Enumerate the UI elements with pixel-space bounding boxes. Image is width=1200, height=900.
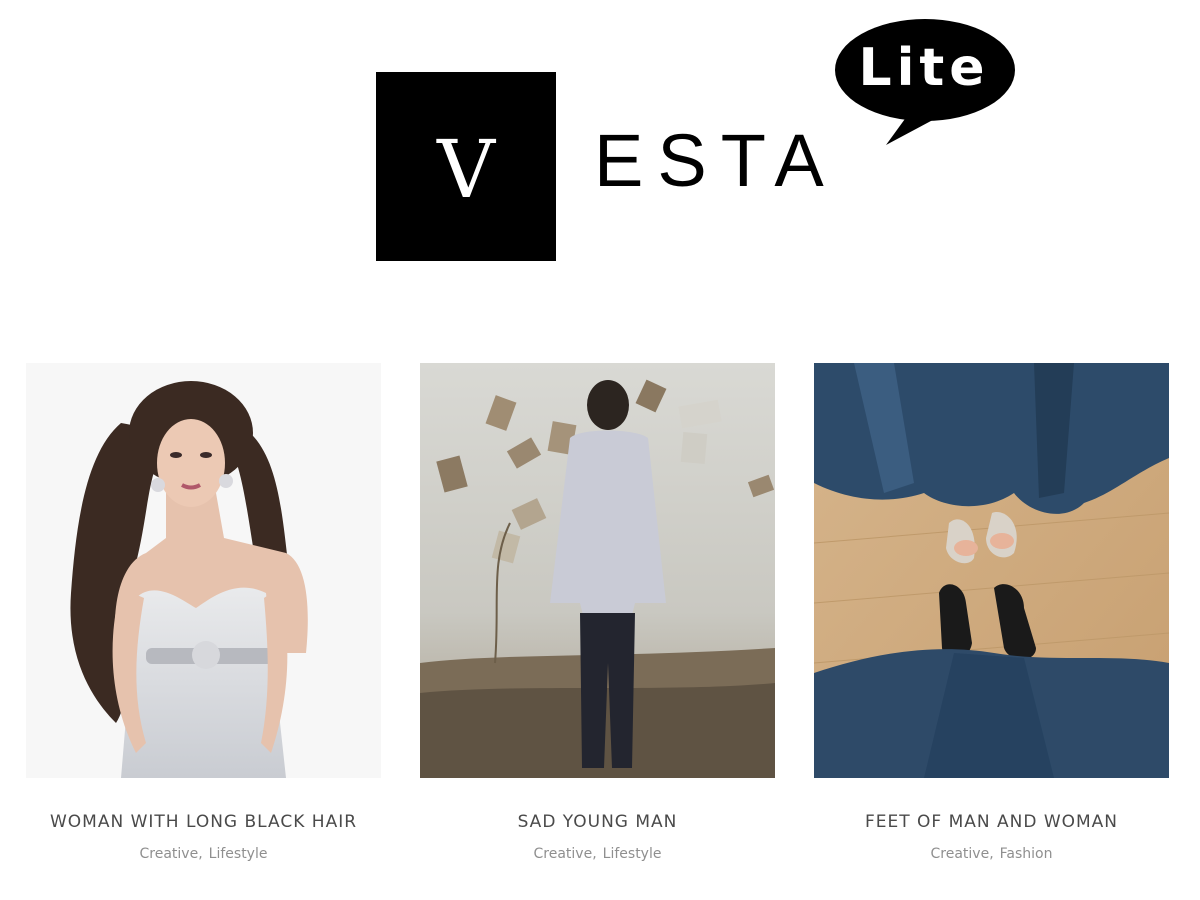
logo-initial: V [437, 122, 495, 216]
post-categories: Creative, Fashion [814, 846, 1169, 862]
category-separator: , [592, 846, 597, 862]
post-title[interactable]: WOMAN WITH LONG BLACK HAIR [26, 812, 381, 832]
post-title[interactable]: FEET OF MAN AND WOMAN [814, 812, 1169, 832]
category-link[interactable]: Lifestyle [603, 846, 662, 862]
post-categories: Creative, Lifestyle [420, 846, 775, 862]
post-thumbnail-man[interactable] [420, 363, 775, 778]
category-separator: , [989, 846, 994, 862]
category-link[interactable]: Fashion [1000, 846, 1053, 862]
field-photo-icon [420, 363, 775, 778]
post-categories: Creative, Lifestyle [26, 846, 381, 862]
post-thumbnail-woman[interactable] [26, 363, 381, 778]
speech-bubble-icon: Lite [832, 18, 1016, 148]
site-logo[interactable]: V ESTA Lite [376, 18, 1016, 263]
post-title[interactable]: SAD YOUNG MAN [420, 812, 775, 832]
logo-badge: Lite [858, 38, 990, 98]
category-link[interactable]: Creative [534, 846, 593, 862]
category-separator: , [198, 846, 203, 862]
post-card: WOMAN WITH LONG BLACK HAIR Creative, Life… [26, 363, 381, 862]
post-card: SAD YOUNG MAN Creative, Lifestyle [420, 363, 775, 862]
category-link[interactable]: Creative [931, 846, 990, 862]
posts-grid: WOMAN WITH LONG BLACK HAIR Creative, Life… [26, 363, 1169, 883]
logo-square: V [376, 72, 556, 261]
post-card: FEET OF MAN AND WOMAN Creative, Fashion [814, 363, 1169, 862]
post-thumbnail-feet[interactable] [814, 363, 1169, 778]
category-link[interactable]: Creative [140, 846, 199, 862]
portrait-photo-icon [26, 363, 381, 778]
shoes-photo-icon [814, 363, 1169, 778]
logo-wordmark: ESTA [594, 119, 838, 202]
category-link[interactable]: Lifestyle [209, 846, 268, 862]
